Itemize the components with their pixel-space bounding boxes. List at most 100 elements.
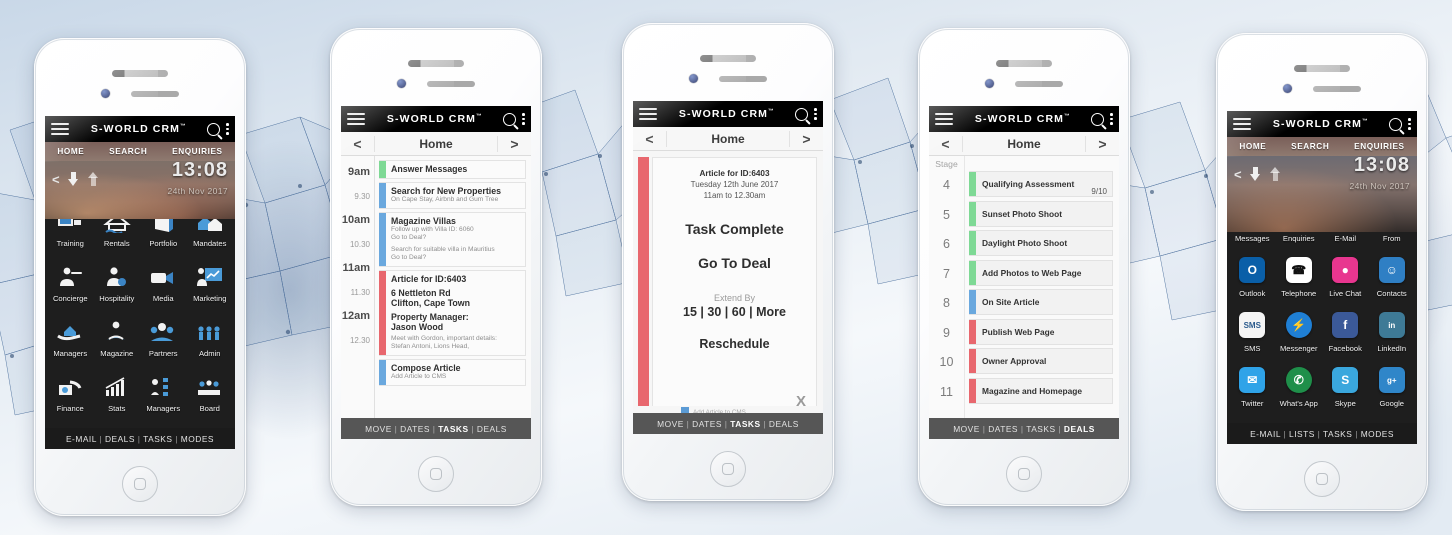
- upload-icon[interactable]: [87, 171, 100, 187]
- app-tile-sms[interactable]: SMS SMS: [1229, 304, 1276, 359]
- task-complete-button[interactable]: Task Complete: [653, 221, 816, 237]
- kebab-menu-icon[interactable]: [226, 123, 229, 135]
- subnav-item-home[interactable]: HOME: [1239, 142, 1266, 151]
- bottom-bar-item[interactable]: DATES: [400, 424, 430, 434]
- bottom-bar-item[interactable]: MOVE: [953, 424, 980, 434]
- kebab-menu-icon[interactable]: [1110, 113, 1113, 125]
- home-button[interactable]: [122, 466, 158, 502]
- bottom-bar-item[interactable]: TASKS: [143, 434, 172, 444]
- nav-prev-button[interactable]: <: [633, 130, 667, 147]
- extend-options[interactable]: 15 | 30 | 60 | More: [653, 305, 816, 319]
- module-tile-stats[interactable]: Stats: [94, 364, 141, 419]
- subnav-item-home[interactable]: HOME: [57, 147, 84, 156]
- search-icon[interactable]: [1389, 117, 1403, 131]
- hamburger-icon[interactable]: [1233, 117, 1251, 131]
- bottom-bar-item[interactable]: DEALS: [477, 424, 507, 434]
- calendar-event[interactable]: Answer Messages: [379, 160, 526, 179]
- bottom-bar-item[interactable]: LISTS: [1289, 429, 1315, 439]
- bottom-bar-item[interactable]: MOVE: [657, 419, 684, 429]
- back-arrow-icon[interactable]: <: [1234, 168, 1242, 181]
- calendar-event[interactable]: Search for New Properties On Cape Stay, A…: [379, 182, 526, 209]
- subnav-item-enquiries[interactable]: ENQUIRIES: [1354, 142, 1404, 151]
- kebab-menu-icon[interactable]: [1408, 118, 1411, 130]
- nav-prev-button[interactable]: <: [341, 135, 375, 152]
- reschedule-button[interactable]: Reschedule: [653, 337, 816, 351]
- bottom-bar-item-active[interactable]: DEALS: [1064, 424, 1095, 434]
- subnav-item-search[interactable]: SEARCH: [109, 147, 147, 156]
- bottom-bar-item[interactable]: DATES: [988, 424, 1018, 434]
- bottom-bar-items[interactable]: E-MAIL | DEALS | TASKS | MODES: [66, 434, 214, 444]
- bottom-bar-item-active[interactable]: TASKS: [438, 424, 468, 434]
- go-to-deal-button[interactable]: Go To Deal: [653, 255, 816, 271]
- hamburger-icon[interactable]: [639, 107, 657, 121]
- module-tile-managers[interactable]: Managers: [140, 364, 187, 419]
- nav-next-button[interactable]: >: [497, 135, 531, 152]
- bottom-bar-items[interactable]: E-MAIL | LISTS | TASKS | MODES: [1250, 429, 1394, 439]
- search-icon[interactable]: [207, 122, 221, 136]
- module-tile-concierge[interactable]: Concierge: [47, 254, 94, 309]
- bottom-bar-items[interactable]: MOVE | DATES | TASKS | DEALS: [365, 424, 507, 434]
- bottom-bar-item[interactable]: DEALS: [105, 434, 135, 444]
- bottom-bar-item[interactable]: DEALS: [769, 419, 799, 429]
- module-tile-partners[interactable]: Partners: [140, 309, 187, 364]
- app-tile-what-s-app[interactable]: ✆ What's App: [1276, 359, 1323, 414]
- app-tile-telephone[interactable]: ☎ Telephone: [1276, 249, 1323, 304]
- app-tile-skype[interactable]: S Skype: [1322, 359, 1369, 414]
- hamburger-icon[interactable]: [347, 112, 365, 126]
- kebab-menu-icon[interactable]: [814, 108, 817, 120]
- app-tile-facebook[interactable]: f Facebook: [1322, 304, 1369, 359]
- bottom-bar-item[interactable]: E-MAIL: [66, 434, 97, 444]
- bottom-bar-item[interactable]: MODES: [1361, 429, 1394, 439]
- nav-next-button[interactable]: >: [789, 130, 823, 147]
- calendar-event[interactable]: Compose Article Add Article to CMS: [379, 359, 526, 386]
- hamburger-icon[interactable]: [935, 112, 953, 126]
- app-tile-linkedin[interactable]: in LinkedIn: [1369, 304, 1416, 359]
- home-button[interactable]: [1006, 456, 1042, 492]
- download-icon[interactable]: [67, 171, 80, 187]
- module-tile-board[interactable]: Board: [187, 364, 234, 419]
- search-icon[interactable]: [795, 107, 809, 121]
- bottom-bar-item[interactable]: TASKS: [1026, 424, 1055, 434]
- app-tile-google[interactable]: g+ Google: [1369, 359, 1416, 414]
- module-tile-magazine[interactable]: Magazine: [94, 309, 141, 364]
- stage-row[interactable]: Add Photos to Web Page: [969, 259, 1113, 286]
- subnav-item-search[interactable]: SEARCH: [1291, 142, 1329, 151]
- bottom-bar-item[interactable]: E-MAIL: [1250, 429, 1281, 439]
- bottom-bar-item[interactable]: DATES: [692, 419, 722, 429]
- stage-row[interactable]: On Site Article: [969, 289, 1113, 315]
- bottom-bar-items[interactable]: MOVE | DATES | TASKS | DEALS: [657, 419, 799, 429]
- app-tile-live-chat[interactable]: ● Live Chat: [1322, 249, 1369, 304]
- bottom-bar-item[interactable]: MODES: [181, 434, 214, 444]
- stage-row[interactable]: Sunset Photo Shoot: [969, 200, 1113, 227]
- bottom-bar-item-active[interactable]: TASKS: [730, 419, 760, 429]
- stage-row[interactable]: Publish Web Page: [969, 318, 1113, 345]
- calendar-event[interactable]: Article for ID:6403 6 Nettleton Rd Clifton…: [379, 270, 526, 356]
- bottom-bar-items[interactable]: MOVE | DATES | TASKS | DEALS: [953, 424, 1095, 434]
- home-button[interactable]: [710, 451, 746, 487]
- app-tile-messenger[interactable]: ⚡ Messenger: [1276, 304, 1323, 359]
- stage-row[interactable]: Owner Approval: [969, 348, 1113, 374]
- module-tile-media[interactable]: Media: [140, 254, 187, 309]
- search-icon[interactable]: [1091, 112, 1105, 126]
- module-tile-finance[interactable]: Finance: [47, 364, 94, 419]
- kebab-menu-icon[interactable]: [522, 113, 525, 125]
- app-tile-outlook[interactable]: O Outlook: [1229, 249, 1276, 304]
- module-tile-admin[interactable]: Admin: [187, 309, 234, 364]
- home-button[interactable]: [1304, 461, 1340, 497]
- download-icon[interactable]: [1249, 166, 1262, 182]
- upload-icon[interactable]: [1269, 166, 1282, 182]
- stage-row[interactable]: Daylight Photo Shoot: [969, 230, 1113, 256]
- nav-next-button[interactable]: >: [1085, 135, 1119, 152]
- back-arrow-icon[interactable]: <: [52, 173, 60, 186]
- search-icon[interactable]: [503, 112, 517, 126]
- module-tile-hospitality[interactable]: Hospitality: [94, 254, 141, 309]
- app-tile-contacts[interactable]: ☺ Contacts: [1369, 249, 1416, 304]
- stage-row[interactable]: Magazine and Homepage: [969, 377, 1113, 404]
- subnav-item-enquiries[interactable]: ENQUIRIES: [172, 147, 222, 156]
- calendar-event[interactable]: Magazine Villas Follow up with Villa ID: …: [379, 212, 526, 267]
- hamburger-icon[interactable]: [51, 122, 69, 136]
- home-button[interactable]: [418, 456, 454, 492]
- nav-prev-button[interactable]: <: [929, 135, 963, 152]
- bottom-bar-item[interactable]: TASKS: [1323, 429, 1352, 439]
- module-tile-managers[interactable]: Managers: [47, 309, 94, 364]
